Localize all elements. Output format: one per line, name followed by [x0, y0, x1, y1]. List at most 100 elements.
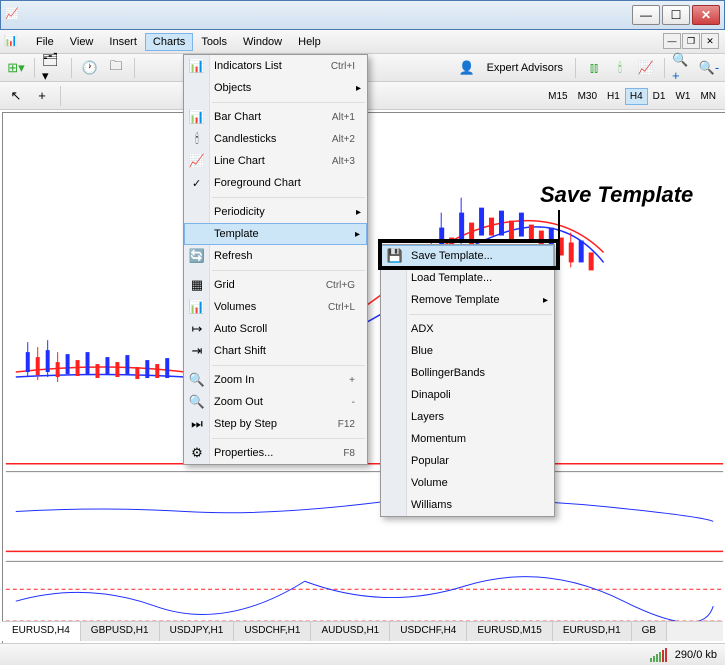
charts-menu-volumes[interactable]: 📊VolumesCtrl+L [184, 296, 367, 318]
charts-menu-separator [212, 270, 365, 271]
template-menu-adx[interactable]: ADX [381, 318, 554, 340]
menu-view[interactable]: View [62, 33, 102, 51]
shortcut-label: F12 [338, 419, 355, 430]
expert-advisors-icon[interactable]: 👤 [455, 57, 479, 79]
charts-menu-foreground-chart[interactable]: ✓Foreground Chart [184, 172, 367, 194]
menu-insert[interactable]: Insert [101, 33, 145, 51]
charts-menu-zoom-in[interactable]: 🔍Zoom In+ [184, 369, 367, 391]
shortcut-label: + [349, 375, 355, 386]
charts-menu-separator [212, 197, 365, 198]
timeframe-w1[interactable]: W1 [670, 88, 695, 105]
menu-charts[interactable]: Charts [145, 33, 193, 51]
mdi-minimize-button[interactable]: — [663, 33, 681, 49]
chart-tab-usdchf-h4[interactable]: USDCHF,H4 [390, 622, 467, 641]
template-menu-item-label: Layers [411, 411, 444, 423]
chart-tab-usdjpy-h1[interactable]: USDJPY,H1 [160, 622, 235, 641]
cursor-button[interactable]: ↖ [4, 85, 28, 107]
charts-menu-grid[interactable]: ▦GridCtrl+G [184, 274, 367, 296]
charts-menu-item-label: Auto Scroll [214, 323, 267, 335]
chart-tab-eurusd-m15[interactable]: EURUSD,M15 [467, 622, 552, 641]
chart-tab-gbpusd-h1[interactable]: GBPUSD,H1 [81, 622, 160, 641]
charts-menu-chart-shift[interactable]: ⇥Chart Shift [184, 340, 367, 362]
charts-menu-item-label: Zoom Out [214, 396, 263, 408]
charts-menu-line-chart[interactable]: 📈Line ChartAlt+3 [184, 150, 367, 172]
market-watch-button[interactable]: 🕐 [78, 57, 102, 79]
template-menu-layers[interactable]: Layers [381, 406, 554, 428]
template-menu-blue[interactable]: Blue [381, 340, 554, 362]
shortcut-label: Alt+2 [332, 134, 355, 145]
timeframe-m30[interactable]: M30 [573, 88, 602, 105]
template-menu-item-label: Save Template... [411, 250, 493, 262]
expert-advisors-label[interactable]: Expert Advisors [481, 62, 569, 74]
timeframe-h4[interactable]: H4 [625, 88, 648, 105]
charts-menu-separator [212, 365, 365, 366]
zoomin-icon: 🔍 [189, 372, 205, 388]
vol-icon: 📊 [189, 299, 205, 315]
shortcut-label: Alt+3 [332, 156, 355, 167]
zoom-out-button[interactable]: 🔍- [697, 57, 721, 79]
menu-window[interactable]: Window [235, 33, 290, 51]
bar-chart-button[interactable]: ⫾⫾ [582, 57, 606, 79]
menu-file[interactable]: File [28, 33, 62, 51]
shortcut-label: - [352, 397, 355, 408]
maximize-button[interactable] [662, 5, 690, 25]
chart-tab-eurusd-h4[interactable]: EURUSD,H4 [2, 622, 81, 641]
template-menu-item-label: Williams [411, 499, 452, 511]
chart-tab-audusd-h1[interactable]: AUDUSD,H1 [311, 622, 390, 641]
timeframe-h1[interactable]: H1 [602, 88, 625, 105]
navigator-button[interactable]: 🗀 [104, 57, 128, 79]
template-menu-dinapoli[interactable]: Dinapoli [381, 384, 554, 406]
charts-menu-step-by-step[interactable]: ⏭Step by StepF12 [184, 413, 367, 435]
crosshair-button[interactable]: + [30, 85, 54, 107]
save-icon: 💾 [387, 248, 403, 264]
timeframe-d1[interactable]: D1 [648, 88, 671, 105]
statusbar: 290/0 kb [0, 643, 725, 665]
profiles-button[interactable]: 🗂▾ [41, 57, 65, 79]
line-chart-button[interactable]: 📈 [634, 57, 658, 79]
charts-menu-template[interactable]: Template [184, 223, 367, 245]
charts-menu-item-label: Properties... [214, 447, 273, 459]
zoom-in-button[interactable]: 🔍+ [671, 57, 695, 79]
menubar: 📊 FileViewInsertChartsToolsWindowHelp [0, 30, 725, 54]
template-menu-williams[interactable]: Williams [381, 494, 554, 516]
charts-menu-properties[interactable]: ⚙Properties...F8 [184, 442, 367, 464]
window-titlebar: 📈 [0, 0, 725, 30]
template-menu-load-template[interactable]: Load Template... [381, 267, 554, 289]
charts-menu-zoom-out[interactable]: 🔍Zoom Out- [184, 391, 367, 413]
minimize-button[interactable] [632, 5, 660, 25]
charts-menu-refresh[interactable]: 🔄Refresh [184, 245, 367, 267]
timeframe-m15[interactable]: M15 [543, 88, 572, 105]
charts-menu-objects[interactable]: Objects [184, 77, 367, 99]
template-menu-bollingerbands[interactable]: BollingerBands [381, 362, 554, 384]
charts-menu-candlesticks[interactable]: 🕯CandlesticksAlt+2 [184, 128, 367, 150]
menu-tools[interactable]: Tools [193, 33, 235, 51]
template-menu-separator [409, 314, 552, 315]
new-chart-button[interactable]: ⊞▾ [4, 57, 28, 79]
shift-icon: ⇥ [189, 343, 205, 359]
template-menu-popular[interactable]: Popular [381, 450, 554, 472]
check-icon: ✓ [192, 177, 201, 190]
candlestick-button[interactable]: 🕯 [608, 57, 632, 79]
shortcut-label: Ctrl+L [328, 302, 355, 313]
mdi-close-button[interactable]: ✕ [701, 33, 719, 49]
chart-tab-gb[interactable]: GB [632, 622, 667, 641]
chart-tab-eurusd-h1[interactable]: EURUSD,H1 [553, 622, 632, 641]
chart-tab-usdchf-h1[interactable]: USDCHF,H1 [234, 622, 311, 641]
template-menu-save-template[interactable]: 💾 Save Template... [381, 245, 554, 267]
charts-menu-separator [212, 102, 365, 103]
mdi-restore-button[interactable]: ❐ [682, 33, 700, 49]
template-menu-volume[interactable]: Volume [381, 472, 554, 494]
template-menu-item-label: BollingerBands [411, 367, 485, 379]
template-menu-momentum[interactable]: Momentum [381, 428, 554, 450]
shortcut-label: Alt+1 [332, 112, 355, 123]
app-icon: 📈 [5, 7, 21, 23]
charts-menu-bar-chart[interactable]: 📊Bar ChartAlt+1 [184, 106, 367, 128]
charts-menu-item-label: Objects [214, 82, 251, 94]
charts-menu-indicators-list[interactable]: 📊Indicators ListCtrl+I [184, 55, 367, 77]
charts-menu-auto-scroll[interactable]: ↦Auto Scroll [184, 318, 367, 340]
menu-help[interactable]: Help [290, 33, 329, 51]
template-menu-remove-template[interactable]: Remove Template [381, 289, 554, 311]
timeframe-mn[interactable]: MN [695, 88, 721, 105]
close-button[interactable] [692, 5, 720, 25]
charts-menu-periodicity[interactable]: Periodicity [184, 201, 367, 223]
